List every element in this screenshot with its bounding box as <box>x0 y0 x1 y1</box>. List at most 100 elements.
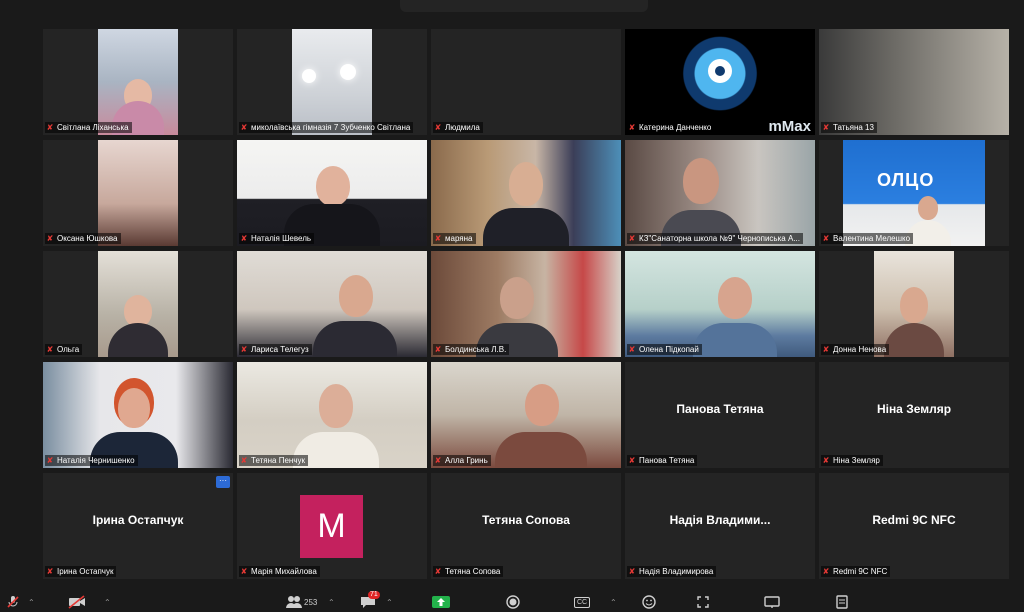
participant-name-label: ✘ Ніна Земляр <box>821 455 883 466</box>
gallery-grid: ✘ Світлана Ліханська ✘ миколаївська гімн… <box>43 29 1009 579</box>
notes-icon <box>836 595 848 609</box>
participant-name-label: ✘ Наталія Чернишенко <box>45 455 138 466</box>
participants-button[interactable]: 253 <box>286 594 317 610</box>
video-options-chevron-icon[interactable]: ⌃ <box>104 594 111 610</box>
participant-name-label: ✘ Ірина Остапчук <box>45 566 117 577</box>
mic-muted-icon: ✘ <box>434 456 442 465</box>
participant-figure <box>483 162 569 246</box>
participant-tile[interactable]: ОЛЦО ✘ Валентина Мелешко <box>819 140 1009 246</box>
participant-name-label: ✘ Тетяна Сопова <box>433 566 504 577</box>
apps-button[interactable] <box>696 594 710 610</box>
share-screen-icon <box>432 596 450 608</box>
participant-tile[interactable]: ✘ Оксана Юшкова <box>43 140 233 246</box>
participant-video <box>625 140 815 246</box>
participant-video <box>431 140 621 246</box>
participant-tile[interactable]: ✘ Тетяна Пенчук <box>237 362 427 468</box>
participant-figure <box>495 384 588 468</box>
closed-caption-button[interactable]: CC <box>574 594 591 610</box>
participant-tile[interactable]: ✘ Наталія Шевель <box>237 140 427 246</box>
mic-muted-icon: ✘ <box>822 567 830 576</box>
participant-video <box>237 362 427 468</box>
participant-display-name: Панова Тетяна <box>676 402 764 416</box>
participant-tile[interactable]: Панова Тетяна ✘ Панова Тетяна <box>625 362 815 468</box>
participant-tile[interactable]: ✘ Лариса Телегуз <box>237 251 427 357</box>
participant-video <box>98 251 178 357</box>
participant-tile[interactable]: ··· Ірина Остапчук ✘ Ірина Остапчук <box>43 473 233 579</box>
record-icon <box>506 595 520 609</box>
participant-name-label: ✘ Татьяна 13 <box>821 122 877 133</box>
participant-name-label: ✘ Панова Тетяна <box>627 455 698 466</box>
participant-video <box>819 29 1009 135</box>
participant-figure <box>884 287 944 357</box>
participant-tile[interactable]: M ✘ Марія Михайлова <box>237 473 427 579</box>
share-screen-button[interactable] <box>432 594 450 610</box>
mic-muted-icon: ✘ <box>434 345 442 354</box>
participant-tile[interactable]: ✘ маряна <box>431 140 621 246</box>
cc-options-chevron-icon[interactable]: ⌃ <box>610 594 617 610</box>
unmute-button[interactable] <box>6 594 20 610</box>
avatar: M <box>300 495 363 558</box>
participant-video <box>237 251 427 357</box>
participant-name-label: ✘ Ольга <box>45 344 83 355</box>
mic-muted-icon: ✘ <box>434 123 442 132</box>
participant-tile[interactable]: ✘ Татьяна 13 <box>819 29 1009 135</box>
mic-muted-icon: ✘ <box>434 567 442 576</box>
mic-muted-icon: ✘ <box>240 345 248 354</box>
more-options-button[interactable]: ··· <box>216 476 230 488</box>
participant-tile[interactable]: ✘ Ольга <box>43 251 233 357</box>
participant-tile[interactable]: ✘ миколаївська гімназія 7 Зубченко Світл… <box>237 29 427 135</box>
participants-options-chevron-icon[interactable]: ⌃ <box>328 594 335 610</box>
meeting-toolbar: ⌃ ⌃ 253 ⌃ 71 ⌃ CC ⌃ <box>0 590 1024 612</box>
participant-tile[interactable]: Надія Владими... ✘ Надія Владимирова <box>625 473 815 579</box>
participant-tile[interactable]: ✘ Наталія Чернишенко <box>43 362 233 468</box>
participant-video <box>874 251 954 357</box>
participant-name-label: ✘ КЗ"Санаторна школа №9" Чернописька А..… <box>627 233 803 244</box>
chat-unread-badge: 71 <box>368 591 380 599</box>
closed-caption-icon: CC <box>574 596 591 608</box>
participant-tile[interactable]: ✘ Алла Гринь <box>431 362 621 468</box>
participant-tile[interactable]: Redmi 9C NFC ✘ Redmi 9C NFC <box>819 473 1009 579</box>
apps-icon <box>697 596 709 608</box>
notes-button[interactable] <box>836 594 848 610</box>
mic-muted-icon: ✘ <box>434 234 442 243</box>
mic-muted-icon: ✘ <box>240 234 248 243</box>
participant-video <box>292 29 372 135</box>
participant-tile[interactable]: ✘ КЗ"Санаторна школа №9" Чернописька А..… <box>625 140 815 246</box>
participant-tile[interactable]: mMax ✘ Катерина Данченко <box>625 29 815 135</box>
mic-muted-icon: ✘ <box>240 567 248 576</box>
mic-muted-icon: ✘ <box>46 123 54 132</box>
participant-tile[interactable]: ✘ Світлана Ліханська <box>43 29 233 135</box>
participant-tile[interactable]: ✘ Болдинська Л.В. <box>431 251 621 357</box>
mic-muted-icon: ✘ <box>46 456 54 465</box>
participant-display-name: Redmi 9C NFC <box>872 513 956 527</box>
participant-display-name: Надія Владими... <box>669 513 771 527</box>
participants-count: 253 <box>304 597 318 607</box>
start-video-button[interactable] <box>68 594 86 610</box>
top-drag-bar[interactable] <box>400 0 648 12</box>
participant-tile[interactable]: ✘ Донна Ненова <box>819 251 1009 357</box>
audio-options-chevron-icon[interactable]: ⌃ <box>28 594 35 610</box>
participant-tile[interactable]: Тетяна Сопова ✘ Тетяна Сопова <box>431 473 621 579</box>
participant-name-label: ✘ Надія Владимирова <box>627 566 717 577</box>
participant-video <box>431 362 621 468</box>
participant-name-label: ✘ Світлана Ліханська <box>45 122 132 133</box>
participant-video <box>98 29 178 135</box>
reactions-smiley-icon <box>642 595 656 609</box>
webcam-overlay-text: mMax <box>768 118 811 135</box>
chat-button[interactable]: 71 <box>360 591 380 610</box>
participant-video <box>237 140 427 246</box>
participant-tile[interactable]: ✘ Людмила <box>431 29 621 135</box>
participant-tile[interactable]: ✘ Олена Підкопай <box>625 251 815 357</box>
whiteboard-icon <box>764 596 780 608</box>
whiteboard-button[interactable] <box>764 594 780 610</box>
chat-options-chevron-icon[interactable]: ⌃ <box>386 594 393 610</box>
reactions-button[interactable] <box>642 594 656 610</box>
participant-display-name: Ніна Земляр <box>876 402 952 416</box>
mic-muted-icon: ✘ <box>822 345 830 354</box>
mic-muted-icon: ✘ <box>628 234 636 243</box>
record-button[interactable] <box>506 594 520 610</box>
mic-muted-icon: ✘ <box>46 345 54 354</box>
participant-name-label: ✘ Болдинська Л.В. <box>433 344 510 355</box>
participant-tile[interactable]: Ніна Земляр ✘ Ніна Земляр <box>819 362 1009 468</box>
mic-muted-icon: ✘ <box>628 456 636 465</box>
